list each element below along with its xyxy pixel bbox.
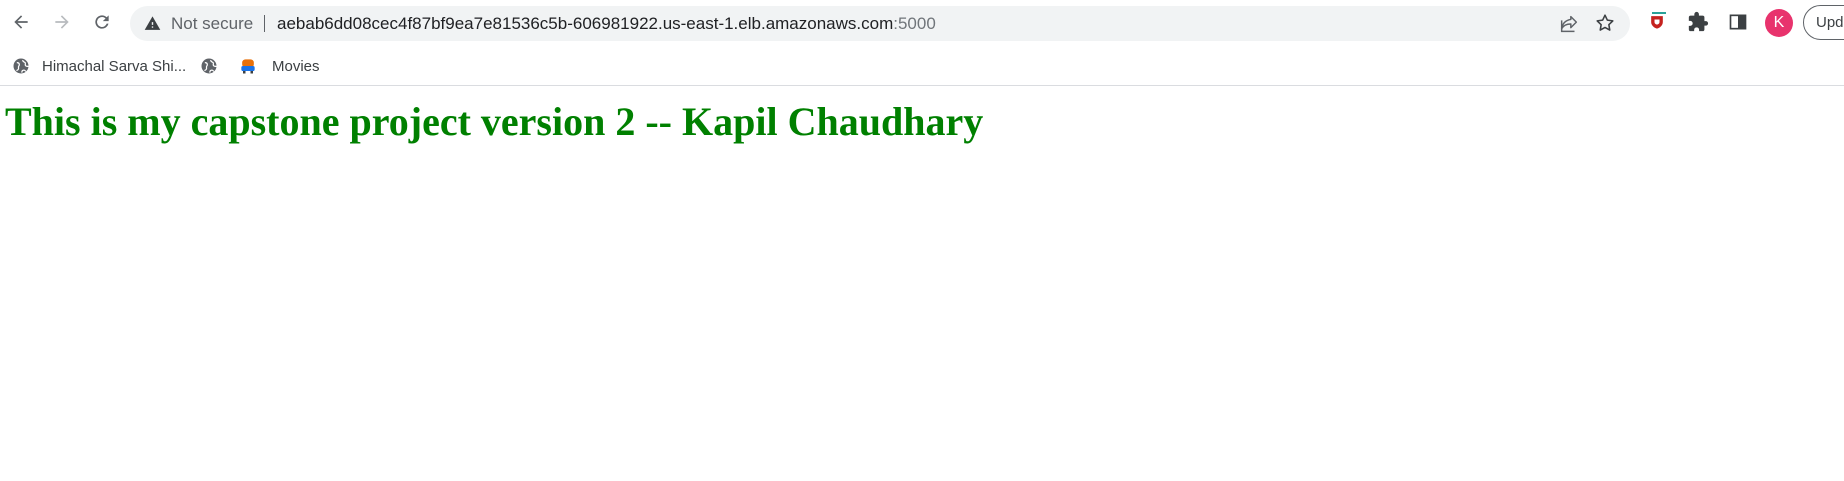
bookmark-star-icon[interactable]: [1594, 12, 1616, 34]
side-panel-button[interactable]: [1726, 10, 1750, 34]
update-button[interactable]: Update: [1803, 5, 1844, 40]
extensions-button[interactable]: [1686, 10, 1710, 34]
puzzle-icon: [1688, 11, 1709, 32]
forward-button[interactable]: [47, 7, 77, 37]
address-separator: [264, 15, 265, 32]
url-text[interactable]: aebab6dd08cec4f87bf9ea7e81536c5b-6069819…: [277, 14, 936, 33]
browser-toolbar: Not secure aebab6dd08cec4f87bf9ea7e81536…: [0, 0, 1844, 46]
shield-extension-button[interactable]: [1645, 10, 1669, 34]
warning-icon[interactable]: [144, 15, 161, 32]
share-icon[interactable]: [1558, 13, 1580, 35]
forward-arrow-icon: [55, 15, 69, 29]
page-heading: This is my capstone project version 2 --…: [5, 99, 984, 144]
side-panel-icon: [1729, 14, 1747, 30]
reload-button[interactable]: [87, 7, 117, 37]
profile-avatar[interactable]: K: [1765, 9, 1793, 37]
security-status[interactable]: Not secure: [171, 14, 253, 33]
movies-icon: [241, 59, 255, 74]
shield-extension-icon: [1651, 16, 1663, 29]
back-arrow-icon: [14, 15, 28, 29]
globe-icon: [13, 58, 29, 74]
reload-icon: [95, 15, 109, 29]
bookmark-label: Movies: [272, 57, 320, 75]
bookmark-label: Himachal Sarva Shi...: [42, 57, 187, 75]
url-host: aebab6dd08cec4f87bf9ea7e81536c5b-6069819…: [277, 14, 894, 33]
address-bar[interactable]: Not secure aebab6dd08cec4f87bf9ea7e81536…: [130, 6, 1630, 41]
bookmark-globe[interactable]: [199, 54, 219, 78]
bookmarks-bar: Himachal Sarva Shi... Movies: [0, 46, 1844, 86]
back-button[interactable]: [6, 7, 36, 37]
page-content: This is my capstone project version 2 --…: [0, 87, 1844, 481]
globe-icon: [201, 58, 217, 74]
bookmark-movies[interactable]: Movies: [238, 54, 320, 78]
url-port: :5000: [893, 14, 936, 33]
bookmark-himachal[interactable]: Himachal Sarva Shi...: [11, 54, 186, 78]
